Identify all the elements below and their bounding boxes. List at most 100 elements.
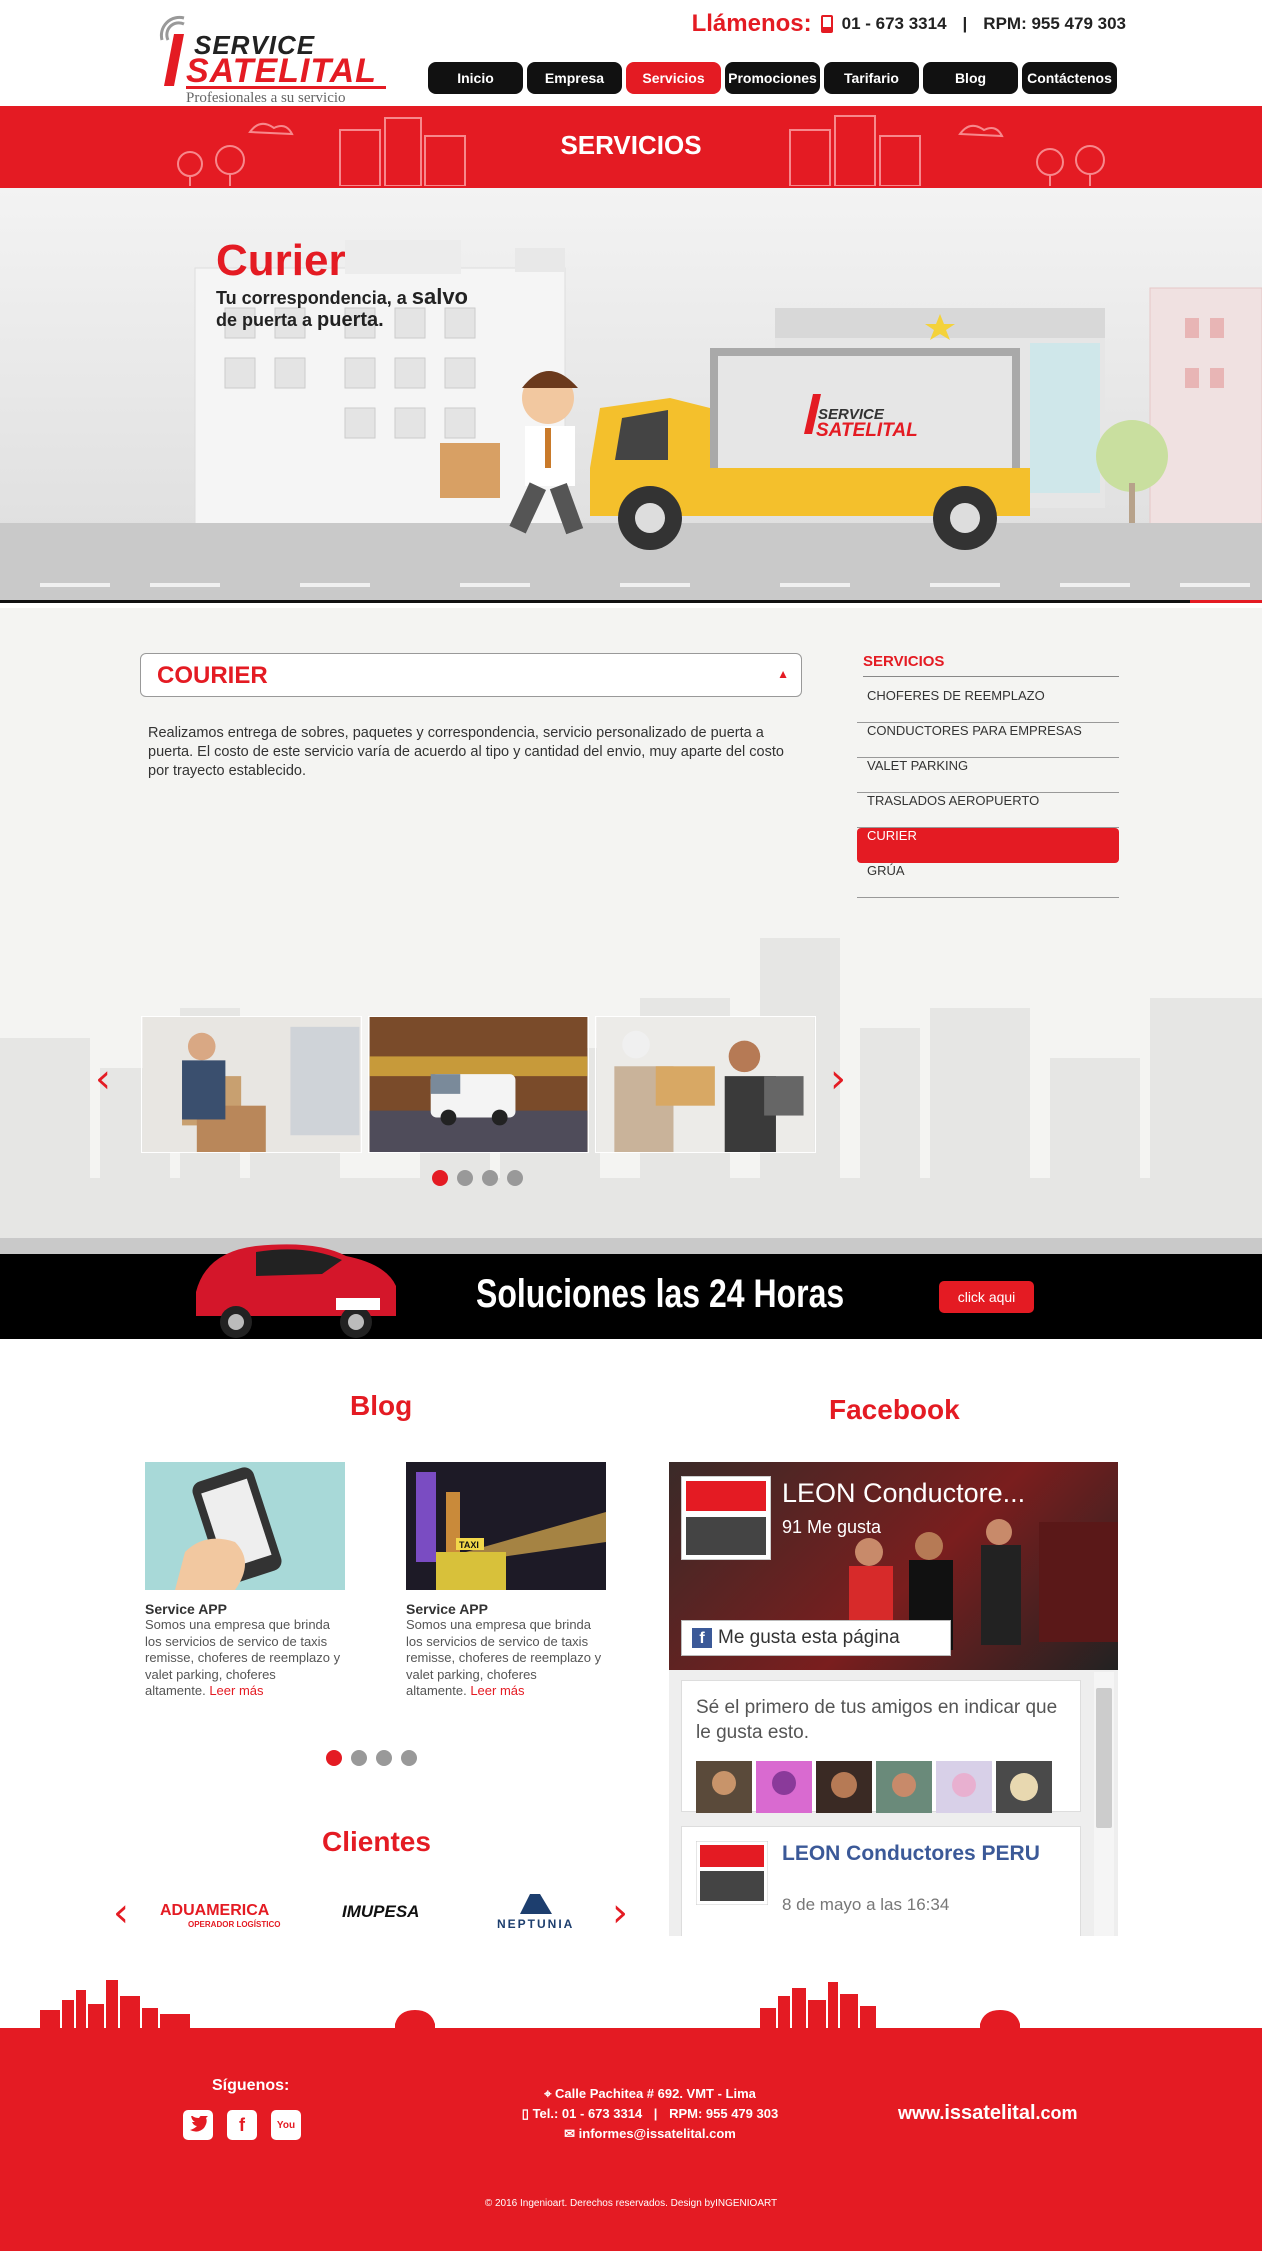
scrollbar-thumb[interactable]: [1096, 1688, 1112, 1828]
client-logo-imupesa[interactable]: IMUPESA: [342, 1902, 419, 1922]
location-pin-icon: ⌖: [544, 2086, 556, 2101]
accordion-toggle-icon[interactable]: ▲: [777, 667, 789, 681]
twitter-icon[interactable]: [183, 2110, 213, 2140]
blog-dot[interactable]: [326, 1750, 342, 1766]
road-line: [1180, 583, 1250, 587]
gallery-dot[interactable]: [507, 1170, 523, 1186]
envelope-icon: ✉: [564, 2126, 579, 2141]
blog-dot[interactable]: [351, 1750, 367, 1766]
facebook-page-name[interactable]: LEON Conductore...: [782, 1478, 1025, 1509]
email-line: ✉ informes@issatelital.com: [480, 2124, 820, 2144]
gallery-image-package-delivery[interactable]: [595, 1016, 816, 1153]
promo-banner: Soluciones las 24 Horas click aqui: [0, 1244, 1262, 1339]
blog-dot[interactable]: [376, 1750, 392, 1766]
promo-headline: Soluciones las 24 Horas: [476, 1272, 845, 1316]
sidebar-item-traslados[interactable]: TRASLADOS AEROPUERTO: [857, 793, 1119, 828]
read-more-link[interactable]: Leer más: [209, 1683, 263, 1698]
sidebar-item-grua[interactable]: GRÚA: [857, 863, 1119, 898]
phone-number[interactable]: 01 - 673 3314: [842, 14, 947, 34]
footer-phone[interactable]: Tel.: 01 - 673 3314: [533, 2106, 643, 2121]
client-name: IMUPESA: [342, 1902, 420, 1921]
gallery-next-arrow[interactable]: ›: [830, 1056, 846, 1102]
blog-image-taxi-night[interactable]: TAXI: [406, 1462, 606, 1590]
nav-blog[interactable]: Blog: [923, 62, 1018, 94]
sidebar-item-curier[interactable]: CURIER: [857, 828, 1119, 863]
facebook-post: LEON Conductores PERU 8 de mayo a las 16…: [681, 1826, 1081, 1936]
blog-dots: [326, 1750, 417, 1766]
call-label: Llámenos:: [691, 10, 812, 37]
clients-prev-arrow[interactable]: ‹: [113, 1890, 129, 1936]
youtube-icon[interactable]: You: [271, 2110, 301, 2140]
avatar-image: [686, 1481, 766, 1555]
blog-post: TAXI Service APP Somos una empresa que b…: [406, 1462, 606, 1700]
facebook-post-author[interactable]: LEON Conductores PERU: [782, 1841, 1040, 1867]
promo-click-button[interactable]: click aqui: [939, 1281, 1034, 1313]
follow-us-label: Síguenos:: [212, 2077, 290, 2094]
fan-avatar[interactable]: [696, 1761, 752, 1813]
nav-tarifario[interactable]: Tarifario: [824, 62, 919, 94]
nav-servicios[interactable]: Servicios: [626, 62, 721, 94]
page-title: SERVICIOS: [560, 130, 702, 160]
sidebar-item-choferes[interactable]: CHOFERES DE REEMPLAZO: [857, 688, 1119, 723]
facebook-friends-prompt: Sé el primero de tus amigos en indicar q…: [696, 1697, 1058, 1743]
blog-dot[interactable]: [401, 1750, 417, 1766]
client-name: NEPTUNIA: [497, 1917, 575, 1931]
road-line: [620, 583, 690, 587]
nav-inicio[interactable]: Inicio: [428, 62, 523, 94]
gallery-image-speeding-van[interactable]: [368, 1016, 589, 1153]
courier-truck-illustration: [440, 348, 1030, 550]
fan-avatar[interactable]: [936, 1761, 992, 1813]
red-car-illustration: [196, 1244, 396, 1338]
fan-avatar[interactable]: [756, 1761, 812, 1813]
facebook-page-avatar[interactable]: [681, 1476, 771, 1560]
fan-avatar[interactable]: [816, 1761, 872, 1813]
service-content: COURIER ▲ Realizamos entrega de sobres, …: [0, 608, 1262, 1238]
fan-avatar[interactable]: [996, 1761, 1052, 1813]
gallery-image-delivery-man[interactable]: [141, 1016, 362, 1153]
web-prefix: www.: [898, 2103, 945, 2123]
nav-empresa[interactable]: Empresa: [527, 62, 622, 94]
gallery-dot[interactable]: [457, 1170, 473, 1186]
contact-line: Llámenos: 01 - 673 3314 | RPM: 955 479 3…: [692, 10, 1126, 38]
client-logo-aduamerica[interactable]: ADUAMERICA OPERADOR LOGÍSTICO: [160, 1902, 280, 1929]
site-footer: Síguenos: f You ⌖ Calle Pachitea # 692. …: [0, 2032, 1262, 2251]
fan-avatar[interactable]: [876, 1761, 932, 1813]
sidebar-item-valet[interactable]: VALET PARKING: [857, 758, 1119, 793]
hero-divider: [0, 600, 1262, 603]
sidebar-item-conductores[interactable]: CONDUCTORES PARA EMPRESAS: [857, 723, 1119, 758]
blog-image-phone-app[interactable]: [145, 1462, 345, 1590]
client-logo-neptunia[interactable]: NEPTUNIA: [497, 1892, 574, 1931]
gallery-prev-arrow[interactable]: ‹: [95, 1056, 111, 1102]
blog-post-title[interactable]: Service APP: [145, 1601, 345, 1617]
nav-contactenos[interactable]: Contáctenos: [1022, 62, 1117, 94]
logo[interactable]: SERVICE SATELITAL Profesionales a su ser…: [156, 10, 386, 106]
copyright: © 2016 Ingenioart. Derechos reservados. …: [484, 2198, 778, 2209]
hero-divider-accent: [1190, 600, 1262, 603]
twitter-bird-shape: [190, 2116, 208, 2132]
facebook-widget: LEON Conductore... 91 Me gusta f Me gust…: [669, 1462, 1118, 1936]
road-line: [40, 583, 110, 587]
read-more-link[interactable]: Leer más: [470, 1683, 524, 1698]
footer-email[interactable]: informes@issatelital.com: [579, 2126, 736, 2141]
hero-subtitle: Tu correspondencia, a salvo de puerta a …: [216, 284, 468, 332]
facebook-social-icon[interactable]: f: [227, 2110, 257, 2140]
facebook-scrollbar[interactable]: [1094, 1672, 1114, 1936]
facebook-post-avatar[interactable]: [696, 1841, 768, 1905]
facebook-friends-box: Sé el primero de tus amigos en indicar q…: [681, 1680, 1081, 1813]
facebook-post-date[interactable]: 8 de mayo a las 16:34: [782, 1895, 949, 1915]
web-suffix: .com: [1035, 2103, 1078, 2123]
clients-next-arrow[interactable]: ›: [612, 1890, 628, 1936]
nav-promociones[interactable]: Promociones: [725, 62, 820, 94]
phone-icon: [820, 15, 833, 33]
client-name: ADUAMERICA: [160, 1902, 270, 1919]
blog-post-title[interactable]: Service APP: [406, 1601, 606, 1617]
hero-subtitle-emph1: salvo: [411, 284, 468, 309]
road-line: [150, 583, 220, 587]
courier-accordion[interactable]: COURIER ▲: [140, 653, 802, 697]
gallery-dot[interactable]: [432, 1170, 448, 1186]
footer-website[interactable]: www.issatelital.com: [898, 2102, 1078, 2125]
clients-heading: Clientes: [322, 1826, 431, 1857]
main-nav: Inicio Empresa Servicios Promociones Tar…: [428, 62, 1117, 94]
facebook-like-button[interactable]: f Me gusta esta página: [681, 1620, 951, 1656]
gallery-dot[interactable]: [482, 1170, 498, 1186]
